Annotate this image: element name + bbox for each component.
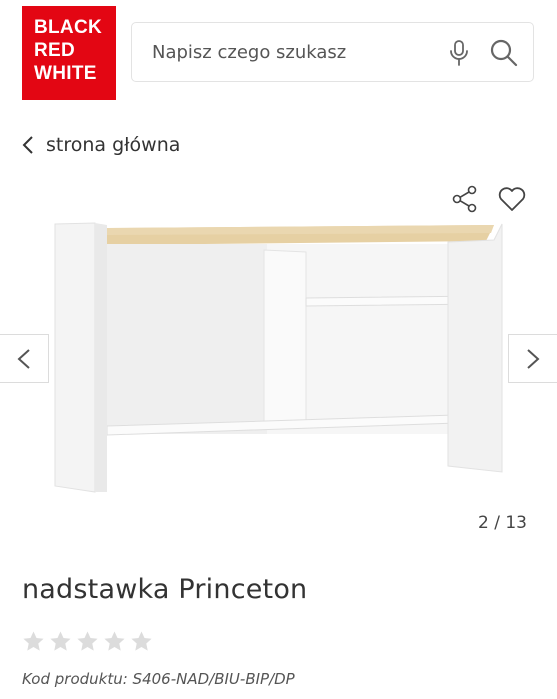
- chevron-left-icon: [22, 136, 33, 154]
- search-icon[interactable]: [489, 38, 519, 68]
- search-bar: [131, 22, 534, 82]
- star-icon[interactable]: [103, 630, 126, 653]
- brand-logo[interactable]: BLACK RED WHITE: [22, 6, 116, 100]
- product-image[interactable]: [50, 218, 510, 498]
- star-icon[interactable]: [49, 630, 72, 653]
- share-icon[interactable]: [451, 185, 479, 213]
- chevron-left-icon: [17, 348, 30, 369]
- gallery-counter: 2 / 13: [478, 513, 527, 533]
- logo-line-2: RED: [34, 40, 76, 61]
- breadcrumb[interactable]: strona główna: [22, 131, 180, 159]
- logo-line-3: WHITE: [34, 63, 97, 84]
- logo-line-1: BLACK: [34, 17, 102, 38]
- gallery-prev-button[interactable]: [0, 334, 49, 383]
- gallery-next-button[interactable]: [508, 334, 557, 383]
- star-icon[interactable]: [76, 630, 99, 653]
- chevron-right-icon: [527, 348, 540, 369]
- breadcrumb-home-link[interactable]: strona główna: [46, 134, 180, 156]
- star-icon[interactable]: [130, 630, 153, 653]
- heart-icon[interactable]: [497, 185, 527, 213]
- search-input[interactable]: [152, 37, 422, 67]
- star-icon[interactable]: [22, 630, 45, 653]
- product-code: Kod produktu: S406-NAD/BIU-BIP/DP: [22, 670, 295, 688]
- microphone-icon[interactable]: [447, 39, 471, 67]
- rating-stars[interactable]: [22, 630, 153, 653]
- product-title: nadstawka Princeton: [22, 574, 308, 605]
